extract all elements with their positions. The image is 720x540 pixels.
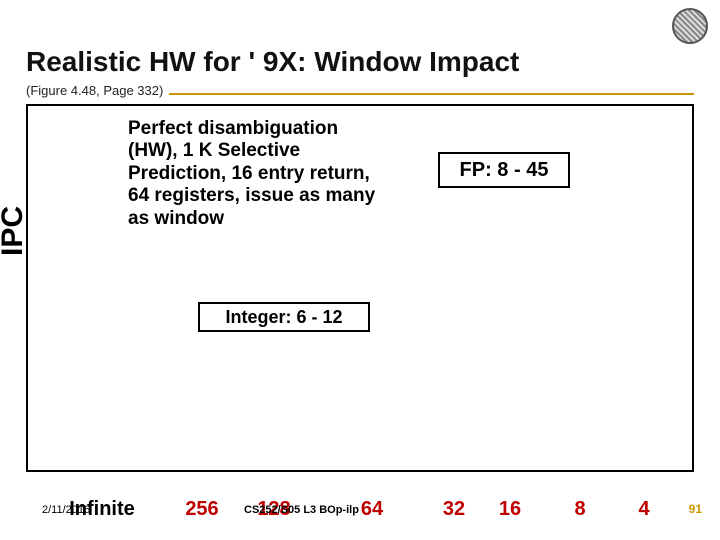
page-title: Realistic HW for ' 9X: Window Impact (26, 46, 519, 78)
x-tick-16: 16 (499, 498, 521, 521)
x-tick-256: 256 (185, 498, 218, 521)
subtitle-row: (Figure 4.48, Page 332) (26, 82, 694, 102)
integer-range-box: Integer: 6 - 12 (198, 302, 370, 332)
seal-logo (672, 8, 708, 44)
footer-date: 2/11/2016 (42, 504, 90, 516)
x-tick-8: 8 (574, 498, 585, 521)
x-tick-64: 64 (361, 498, 383, 521)
x-tick-32: 32 (443, 498, 465, 521)
footer-course: CS252/S05 L3 BOp-ilp (244, 504, 359, 516)
page-number: 91 (689, 502, 702, 516)
fp-range-box: FP: 8 - 45 (438, 152, 570, 188)
x-axis: Infinite 256 128 64 32 16 8 4 (62, 498, 710, 522)
figure-reference: (Figure 4.48, Page 332) (26, 83, 169, 98)
config-description: Perfect disambiguation (HW), 1 K Selecti… (128, 118, 383, 230)
x-tick-4: 4 (638, 498, 649, 521)
y-axis-label: IPC (0, 206, 30, 256)
